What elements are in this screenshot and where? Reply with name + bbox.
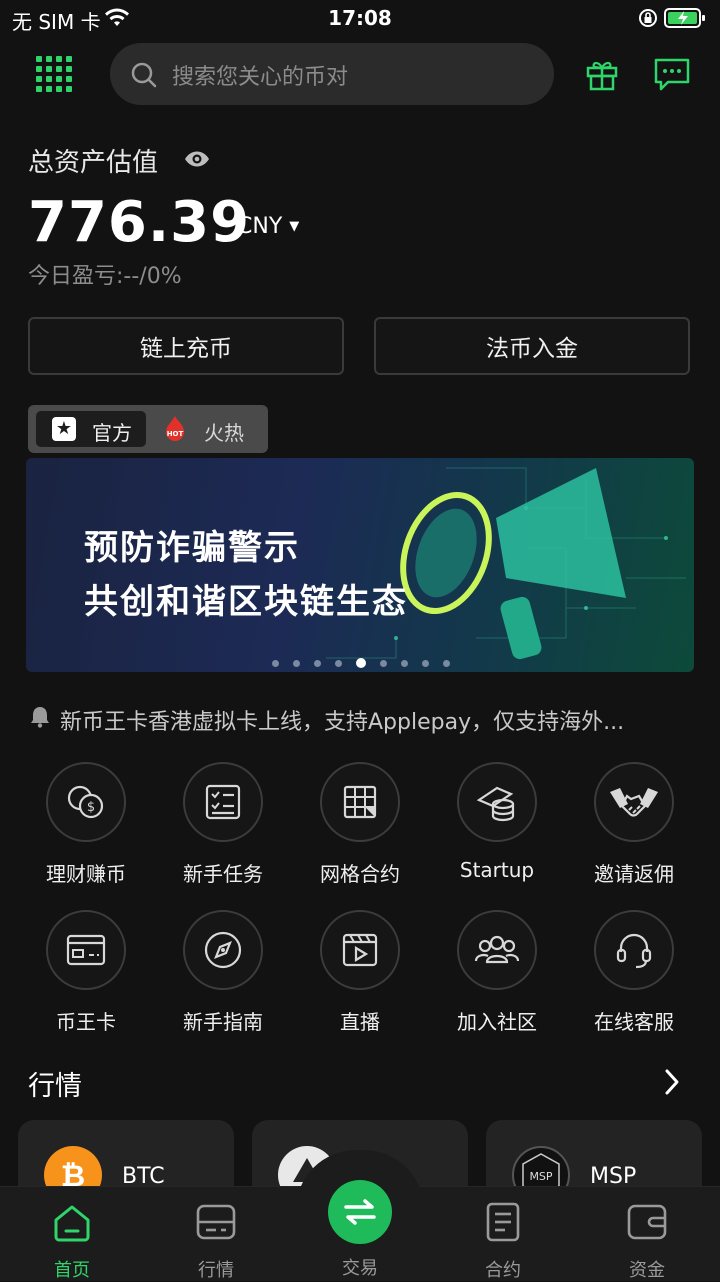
message-icon[interactable] (653, 56, 691, 92)
search-input[interactable]: 搜索您关心的币对 (110, 43, 554, 105)
nav-contract[interactable]: 合约 (453, 1200, 553, 1282)
hot-badge-text: HOT (167, 430, 184, 438)
today-pnl: 今日盈亏:--/0% (28, 264, 182, 289)
battery-charging-icon (664, 8, 705, 28)
startup-stack-icon (457, 762, 537, 842)
shortcut-label: 网格合约 (320, 862, 400, 886)
deposit-button[interactable]: 链上充币 (28, 317, 344, 375)
hot-fire-icon: HOT (166, 416, 184, 441)
nav-market[interactable]: 行情 (166, 1200, 266, 1282)
asset-title: 总资产估值 (28, 148, 159, 178)
nav-label: 资金 (629, 1260, 665, 1281)
compass-icon (183, 910, 263, 990)
headset-icon (594, 910, 674, 990)
pagination-dot[interactable] (335, 659, 342, 667)
nav-label: 行情 (198, 1260, 234, 1281)
total-asset-value: 776.39 (28, 190, 251, 255)
market-icon (196, 1204, 236, 1240)
pagination-dot[interactable] (443, 659, 450, 667)
caret-down-icon: ▼ (289, 219, 300, 234)
orientation-lock-icon (639, 9, 657, 27)
nav-home[interactable]: 首页 (22, 1200, 122, 1282)
shortcut-wealth[interactable]: $ 理财赚币 (26, 762, 146, 887)
shortcut-guide[interactable]: 新手指南 (163, 910, 283, 1035)
pagination-dot[interactable] (422, 659, 429, 667)
status-bar: 无 SIM 卡 17:08 (0, 0, 720, 36)
shortcut-referral[interactable]: 邀请返佣 (574, 762, 694, 887)
search-placeholder: 搜索您关心的币对 (172, 65, 349, 90)
shortcut-community[interactable]: 加入社区 (437, 910, 557, 1035)
shortcut-support[interactable]: 在线客服 (574, 910, 694, 1035)
fiat-deposit-button[interactable]: 法币入金 (374, 317, 690, 375)
pagination-dot[interactable] (401, 659, 408, 667)
pagination-dot[interactable] (380, 659, 387, 667)
coins-icon: $ (46, 762, 126, 842)
chevron-right-icon[interactable] (662, 1068, 682, 1096)
banner-line-2: 共创和谐区块链生态 (84, 582, 408, 622)
nav-label: 首页 (54, 1260, 90, 1281)
home-icon (54, 1205, 90, 1242)
svg-text:$: $ (87, 800, 95, 815)
search-icon (131, 62, 157, 88)
shortcut-label: 加入社区 (457, 1010, 537, 1034)
live-play-icon (320, 910, 400, 990)
nav-trade[interactable]: 交易 (310, 1254, 410, 1280)
shortcut-grid-contract[interactable]: 网格合约 (300, 762, 420, 887)
wallet-icon (627, 1204, 667, 1240)
shortcut-live[interactable]: 直播 (300, 910, 420, 1035)
eye-icon[interactable] (184, 150, 210, 168)
nav-funds[interactable]: 资金 (597, 1200, 697, 1282)
svg-text:MSP: MSP (529, 1170, 552, 1183)
shortcut-label: 新手任务 (183, 862, 263, 886)
checklist-icon (183, 762, 263, 842)
community-icon (457, 910, 537, 990)
tab-official-label: 官方 (92, 421, 132, 445)
star-icon: ★ (52, 417, 76, 441)
currency-label: CNY (237, 214, 283, 239)
currency-selector[interactable]: CNY ▼ (237, 214, 299, 239)
market-section-title: 行情 (28, 1071, 82, 1102)
shortcut-label: 在线客服 (594, 1010, 674, 1034)
pagination-dot[interactable] (356, 658, 366, 668)
pagination-dot[interactable] (314, 659, 321, 667)
contract-doc-icon (486, 1202, 520, 1242)
shortcut-label: 币王卡 (56, 1010, 116, 1034)
shortcut-beginner-tasks[interactable]: 新手任务 (163, 762, 283, 887)
banner-line-1: 预防诈骗警示 (84, 528, 300, 568)
shortcut-startup[interactable]: Startup (437, 762, 557, 882)
shortcut-label: 理财赚币 (46, 862, 126, 886)
gift-icon[interactable] (584, 56, 620, 92)
pagination-dot[interactable] (272, 659, 279, 667)
grid-contract-icon (320, 762, 400, 842)
clock: 17:08 (328, 6, 392, 30)
nav-label: 交易 (342, 1258, 378, 1279)
promo-banner[interactable]: 预防诈骗警示 共创和谐区块链生态 (26, 458, 694, 672)
card-icon (46, 910, 126, 990)
tab-hot[interactable]: 火热 (204, 417, 244, 446)
tab-official[interactable]: ★ 官方 (36, 411, 146, 447)
announcement-text[interactable]: 新币王卡香港虚拟卡上线，支持Applepay，仅支持海外... (60, 704, 700, 736)
shortcut-label: 直播 (340, 1010, 380, 1034)
swap-arrows-icon (344, 1199, 376, 1225)
menu-grid-icon[interactable] (36, 56, 72, 92)
handshake-icon (594, 762, 674, 842)
shortcut-label: 新手指南 (183, 1010, 263, 1034)
pagination-dot[interactable] (293, 659, 300, 667)
bell-icon (31, 707, 49, 728)
banner-pagination (272, 658, 450, 668)
shortcut-card[interactable]: 币王卡 (26, 910, 146, 1035)
shortcut-label: Startup (459, 858, 535, 882)
nav-label: 合约 (485, 1260, 521, 1281)
shortcut-label: 邀请返佣 (594, 862, 674, 886)
nav-trade-button[interactable] (328, 1180, 392, 1244)
